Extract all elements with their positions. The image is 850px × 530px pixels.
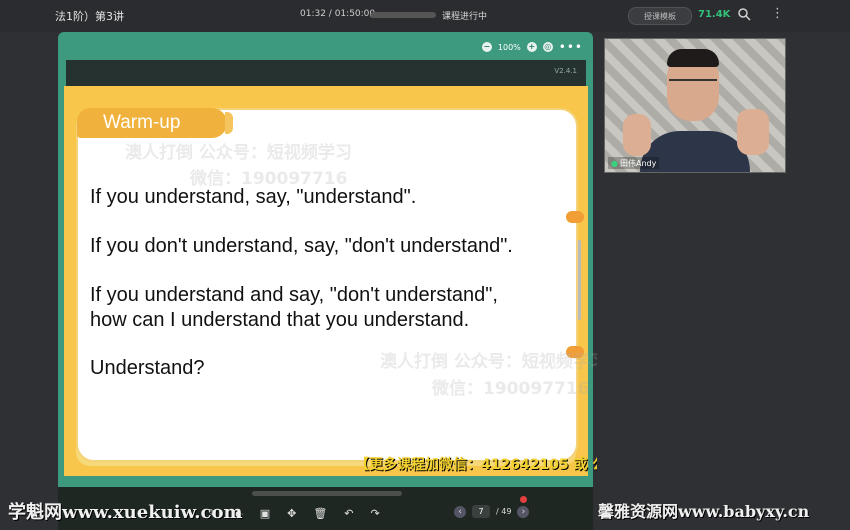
drag-handle[interactable] [252, 491, 402, 496]
total-pages: / 49 [496, 507, 512, 516]
lesson-title: 法1阶）第3讲 [55, 10, 124, 23]
teacher-glasses [669, 79, 717, 89]
elapsed-time: 01:32 [300, 9, 326, 19]
progress-fill [370, 12, 371, 18]
playback-time: 01:32 / 01:50:00 [300, 9, 376, 19]
mic-icon: ● [611, 158, 618, 168]
teacher-name: 田伟Andy [619, 158, 657, 168]
side-panel [597, 175, 792, 495]
playback-progress[interactable] [370, 12, 436, 18]
viewer-count: 71.4K [698, 9, 731, 20]
watermark-text: 澳人打倒 公众号：短视频学习 [125, 143, 352, 163]
watermark-text: 微信：190097716 [432, 379, 590, 399]
slide-heading: Warm-up [77, 108, 233, 138]
teacher-video[interactable]: ● 田伟Andy [604, 38, 786, 173]
zoom-in-icon[interactable]: + [526, 42, 537, 52]
zoom-out-icon[interactable]: − [481, 42, 492, 52]
record-icon[interactable]: ◎ [542, 42, 553, 52]
slide-line: If you don't understand, say, "don't und… [90, 235, 513, 257]
teacher-hair [667, 49, 719, 67]
top-bar: 法1阶）第3讲 01:32 / 01:50:00 课程进行中 授课模板 71.4… [0, 0, 850, 32]
teacher-hand-left [623, 114, 651, 156]
watermark-text: 澳人打倒 公众号：短视频学习 [380, 352, 607, 372]
current-page[interactable]: 7 [472, 505, 490, 518]
teacher-hand-right [737, 109, 769, 155]
watermark-text: 微信：19009771​6 [190, 169, 348, 189]
shape-icon[interactable]: ▣ [260, 507, 270, 520]
delete-icon[interactable]: 🗑 [313, 507, 327, 520]
zoom-level: 100% [497, 42, 521, 52]
menu-icon[interactable]: ⋮ [771, 6, 784, 22]
mode-button[interactable]: 授课模板 [628, 7, 692, 25]
board-tools: − 100% + ◎ ••• [481, 41, 583, 53]
notification-dot [520, 496, 527, 503]
page-navigator: ‹ 7 / 49 › [454, 505, 530, 518]
site-watermark-left: 学魁网www.xuekuiw.com [8, 502, 243, 523]
slide-knob [566, 211, 584, 223]
search-icon[interactable] [737, 7, 751, 21]
slide-scrollbar[interactable] [578, 240, 581, 320]
version-label: V2.4.1 [554, 67, 577, 75]
more-icon[interactable]: ••• [559, 41, 583, 53]
slide-line: how can I understand that you understand… [90, 309, 470, 331]
move-icon[interactable]: ✥ [287, 507, 296, 520]
slide-line: If you understand and say, "don't unders… [90, 284, 498, 306]
next-page-icon[interactable]: › [517, 505, 530, 518]
teacher-name-tag: ● 田伟Andy [608, 157, 660, 169]
slide-line: Understand? [90, 357, 205, 379]
undo-icon[interactable]: ↶ [344, 507, 353, 520]
prev-page-icon[interactable]: ‹ [454, 505, 466, 518]
slide-line: If you understand, say, "understand". [90, 186, 417, 208]
redo-icon[interactable]: ↷ [371, 507, 380, 520]
class-status: 课程进行中 [442, 12, 488, 22]
mode-label: 授课模板 [644, 11, 676, 21]
site-watermark-right: 馨雅资源网www.babyxy.cn [598, 502, 810, 521]
